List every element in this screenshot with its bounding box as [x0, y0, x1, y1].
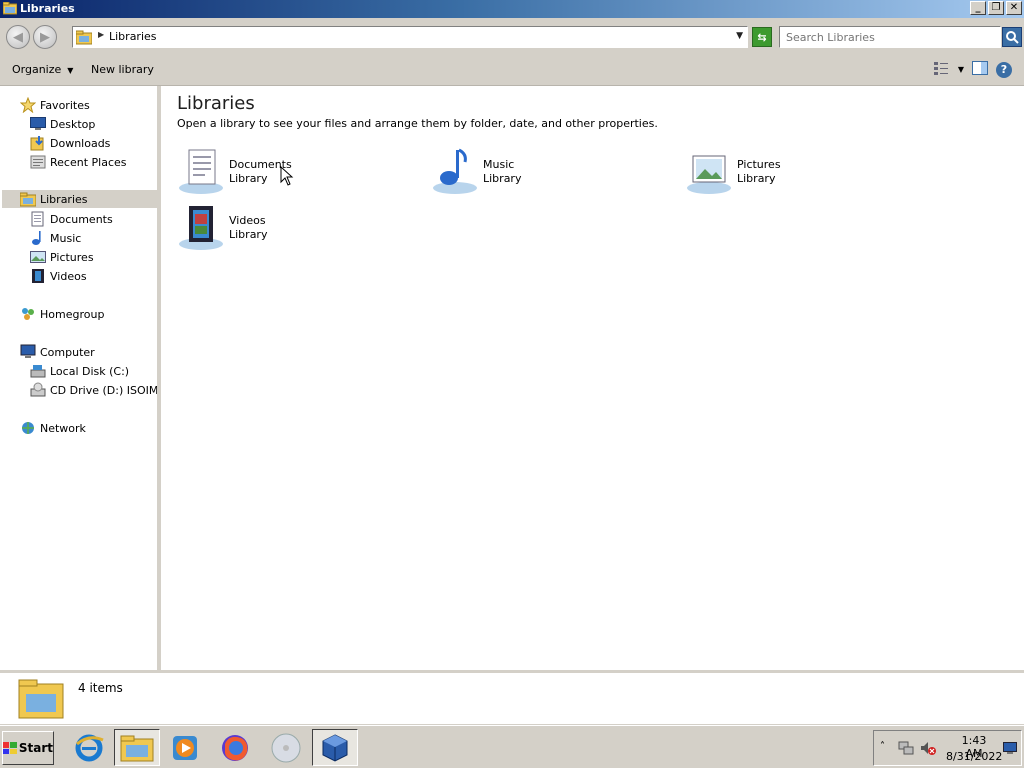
sidebar-item-homegroup[interactable]: Homegroup [20, 305, 104, 323]
refresh-button[interactable]: ⇆ [752, 27, 772, 47]
preview-pane-icon[interactable] [972, 61, 988, 78]
library-type: Library [483, 172, 522, 185]
view-options-chevron-icon[interactable]: ▼ [958, 65, 964, 74]
minimize-button[interactable]: _ [970, 1, 986, 15]
sidebar-item-libraries[interactable]: Libraries [2, 190, 157, 208]
hard-disk-icon [30, 363, 46, 379]
clock-date[interactable]: 8/31/2022 [946, 750, 1002, 763]
sidebar-item-videos[interactable]: Videos [30, 267, 87, 285]
sidebar-item-cd-drive[interactable]: CD Drive (D:) ISOIMAGE [30, 381, 157, 399]
windows-logo-icon [3, 742, 17, 754]
media-player-icon[interactable] [162, 729, 208, 766]
documents-library-icon [177, 148, 225, 196]
libraries-folder-icon [2, 1, 18, 18]
sidebar-item-network[interactable]: Network [20, 419, 86, 437]
maximize-button[interactable]: ❐ [988, 1, 1004, 15]
sidebar-item-recent-places[interactable]: Recent Places [30, 153, 127, 171]
search-input[interactable] [780, 27, 1000, 47]
library-type: Library [737, 172, 776, 185]
libraries-folder-icon [18, 676, 64, 723]
search-icon [1006, 31, 1019, 44]
back-arrow-icon: ◀ [13, 29, 23, 45]
libraries-folder-icon [20, 191, 36, 207]
videos-icon [30, 268, 46, 284]
library-music[interactable]: Music Library [431, 148, 661, 200]
libraries-folder-icon [75, 30, 93, 48]
details-pane: 4 items [0, 670, 1024, 724]
sidebar-item-favorites[interactable]: Favorites [20, 96, 90, 114]
library-pictures[interactable]: Pictures Library [685, 148, 915, 200]
help-icon[interactable]: ? [996, 61, 1012, 78]
start-button[interactable]: Start [2, 731, 54, 765]
search-box[interactable] [779, 26, 1001, 48]
forward-arrow-icon: ▶ [40, 29, 50, 45]
computer-icon [20, 344, 36, 360]
address-row: ◀ ▶ ▶ Libraries ▼ ⇆ [0, 18, 1024, 54]
show-desktop-icon[interactable] [1003, 742, 1017, 757]
cd-drive-icon [30, 382, 46, 398]
sidebar-item-pictures[interactable]: Pictures [30, 248, 94, 266]
sidebar-item-local-disk[interactable]: Local Disk (C:) [30, 362, 129, 380]
sidebar-item-computer[interactable]: Computer [20, 343, 95, 361]
organize-label: Organize [12, 63, 62, 76]
music-library-icon [431, 148, 479, 196]
organize-button[interactable]: Organize ▼ [12, 63, 73, 76]
library-videos[interactable]: Videos Library [177, 204, 407, 256]
windows-explorer-icon[interactable] [114, 729, 160, 766]
homegroup-icon [20, 306, 36, 322]
change-view-icon[interactable] [933, 61, 950, 78]
sidebar-item-desktop[interactable]: Desktop [30, 115, 95, 133]
library-name: Pictures [737, 158, 781, 171]
page-title: Libraries [177, 93, 255, 114]
refresh-icon: ⇆ [757, 30, 767, 44]
breadcrumb[interactable]: Libraries [109, 30, 157, 43]
disc-icon[interactable] [263, 729, 309, 766]
desktop-icon [30, 116, 46, 132]
new-library-button[interactable]: New library [91, 63, 154, 76]
volume-muted-icon[interactable] [920, 741, 936, 758]
internet-explorer-icon[interactable] [66, 729, 112, 766]
music-icon [30, 230, 46, 246]
search-button[interactable] [1002, 27, 1022, 47]
virtualbox-icon[interactable] [312, 729, 358, 766]
recent-places-icon [30, 154, 46, 170]
taskbar: Start ˄ 1:43 AM 8/31/2022 [0, 725, 1024, 768]
close-button[interactable]: ✕ [1006, 1, 1022, 15]
forward-button[interactable]: ▶ [33, 25, 57, 49]
item-count: 4 items [78, 681, 123, 695]
address-bar[interactable]: ▶ Libraries ▼ [72, 26, 748, 48]
videos-library-icon [177, 204, 225, 252]
chevron-down-icon: ▼ [67, 66, 74, 75]
pictures-icon [30, 249, 46, 265]
network-status-icon[interactable] [898, 741, 914, 758]
navigation-pane: Favorites Desktop Downloads Recent Place… [0, 86, 157, 670]
firefox-icon[interactable] [212, 729, 258, 766]
title-bar: Libraries _ ❐ ✕ [0, 0, 1024, 18]
sidebar-item-documents[interactable]: Documents [30, 210, 113, 228]
system-tray: ˄ 1:43 AM 8/31/2022 [873, 730, 1022, 766]
star-icon [20, 97, 36, 113]
back-button[interactable]: ◀ [6, 25, 30, 49]
documents-icon [30, 211, 46, 227]
library-type: Library [229, 228, 268, 241]
library-type: Library [229, 172, 268, 185]
library-name: Music [483, 158, 515, 171]
command-bar: Organize ▼ New library ▼ ? [0, 54, 1024, 86]
page-subtitle: Open a library to see your files and arr… [177, 117, 658, 130]
show-hidden-icons-icon[interactable]: ˄ [880, 741, 885, 752]
library-name: Videos [229, 214, 266, 227]
window-title: Libraries [20, 2, 75, 15]
pictures-library-icon [685, 148, 733, 196]
sidebar-item-downloads[interactable]: Downloads [30, 134, 110, 152]
downloads-icon [30, 135, 46, 151]
breadcrumb-separator-icon[interactable]: ▶ [98, 30, 104, 39]
content-pane: Libraries Open a library to see your fil… [161, 86, 1024, 670]
sidebar-item-music[interactable]: Music [30, 229, 81, 247]
network-icon [20, 420, 36, 436]
mouse-cursor-icon [280, 165, 294, 189]
chevron-down-icon[interactable]: ▼ [736, 31, 743, 41]
